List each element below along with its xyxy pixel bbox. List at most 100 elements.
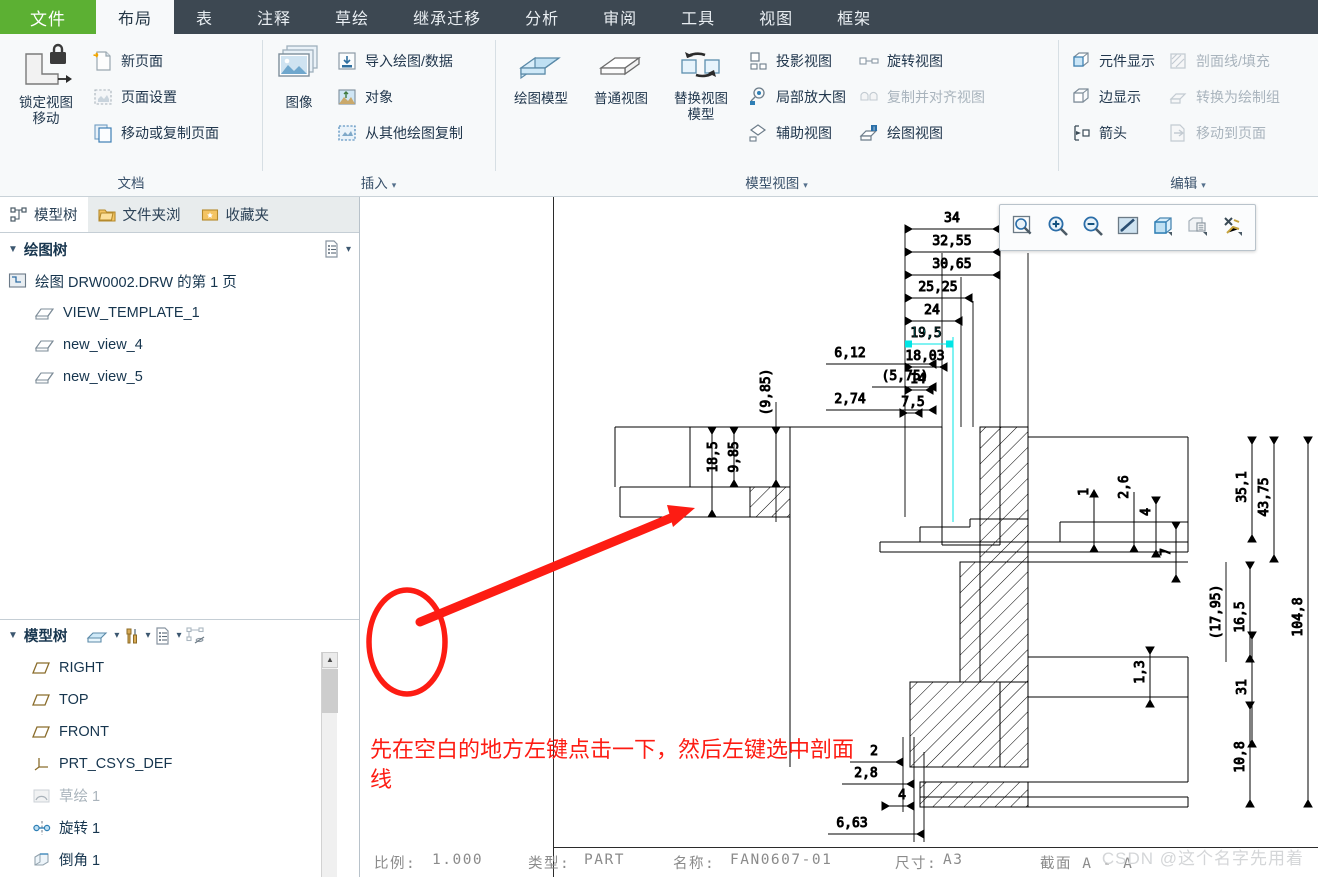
model-tree-item-right[interactable]: RIGHT [32,652,359,684]
edit-column-1: 元件显示 边显示 箭头 [1064,38,1161,150]
detailed-view-button[interactable]: 局部放大图 [741,80,852,114]
move-copy-page-button[interactable]: 移动或复制页面 [86,116,225,150]
zoom-area-icon [1011,214,1035,241]
sketch-icon [32,788,52,804]
caret-down-icon[interactable]: ▾ [176,630,181,641]
datum-plane-icon [32,692,52,708]
tab-tools[interactable]: 工具 [659,0,737,34]
tab-framework[interactable]: 框架 [815,0,893,34]
caret-down-icon[interactable]: ▾ [145,630,150,641]
model-tree-item-sketch-1[interactable]: 草绘 1 [32,780,359,812]
replace-view-model-button[interactable]: 替换视图 模型 [661,38,741,123]
pane-tab-folder-browser[interactable]: 文件夹浏 [88,197,191,232]
tools-icon[interactable] [122,626,142,646]
model-tree-item-revolve-1[interactable]: 旋转 1 [32,812,359,844]
edge-display-icon [1070,86,1092,108]
chevron-down-icon[interactable]: ▾ [803,180,808,190]
revolved-view-label: 旋转视图 [887,53,943,69]
display-style-button[interactable] [1147,212,1178,243]
model-tree-item-label: RIGHT [59,659,105,676]
drawing-view-label: 绘图视图 [887,125,943,141]
auxiliary-view-button[interactable]: 辅助视图 [741,116,852,150]
datum-display-button[interactable] [1217,212,1248,243]
image-button-label: 图像 [285,95,313,110]
group-title-document: 文档 [117,176,145,191]
tab-annotate[interactable]: 注释 [235,0,313,34]
tab-layout[interactable]: 布局 [96,0,175,34]
list-settings-icon[interactable] [153,626,173,646]
tab-file[interactable]: 文件 [0,0,96,34]
group-title-model-views-text: 模型视图 [745,176,800,191]
pane-tab-model-tree[interactable]: 模型树 [0,197,88,232]
drawing-canvas[interactable]: 34 32,55 30,65 25,25 24 19,5 18,03 14 7,… [360,197,1318,877]
model-tree-item-chamfer-1[interactable]: 倒角 1 [32,844,359,876]
group-title-insert-text: 插入 [360,176,388,191]
group-title-model-views: 模型视图 ▾ [501,172,1052,197]
edge-display-button[interactable]: 边显示 [1064,80,1161,114]
copy-align-view-button: 复制并对齐视图 [852,80,991,114]
page-setup-button[interactable]: 页面设置 [86,80,225,114]
left-pane-tabs: 模型树 文件夹浏 收藏夹 [0,197,359,233]
chevron-down-icon[interactable]: ▾ [346,244,351,255]
move-copy-page-icon [92,122,114,144]
tab-sketch[interactable]: 草绘 [313,0,391,34]
general-view-button[interactable]: 普通视图 [581,38,661,107]
type-label: 类型: [528,856,571,872]
tab-review[interactable]: 审阅 [581,0,659,34]
chevron-down-icon[interactable]: ▾ [1201,180,1206,190]
tree-hide-icon[interactable] [185,626,207,646]
model-tree-header[interactable]: ▼ 模型树 ▾ ▾ ▾ [0,620,359,652]
scroll-up-arrow-icon[interactable]: ▲ [322,651,338,668]
zoom-area-button[interactable] [1007,212,1038,243]
tab-analysis[interactable]: 分析 [503,0,581,34]
chevron-down-icon[interactable]: ▾ [392,180,397,190]
move-copy-page-label: 移动或复制页面 [121,125,219,141]
svg-text:i: i [873,126,874,132]
revolved-view-icon [858,50,880,72]
drawing-tree-item-view-template-1[interactable]: VIEW_TEMPLATE_1 [8,297,359,329]
scrollbar-thumb[interactable] [322,668,338,713]
ribbon-group-edit: 元件显示 边显示 箭头 剖面线/填充 转换为绘制组 移动到页面 编辑 ▾ [1058,34,1318,197]
drawing-tree-header[interactable]: ▼ 绘图树 ▾ [0,233,359,265]
group-title-edit: 编辑 ▾ [1064,172,1312,197]
caret-down-icon[interactable]: ▾ [114,630,119,641]
detailed-view-label: 局部放大图 [776,89,846,105]
component-display-icon [1070,50,1092,72]
zoom-in-button[interactable] [1042,212,1073,243]
ribbon-group-model-views: 绘图模型 普通视图 替换视图 模型 投影视图 局部放大图 辅助视图 旋转视图 复… [495,34,1058,197]
zoom-out-button[interactable] [1077,212,1108,243]
repaint-button[interactable] [1112,212,1143,243]
image-button[interactable]: 图像 [268,38,330,111]
saved-views-button[interactable] [1182,212,1213,243]
model-tree-item-top[interactable]: TOP [32,684,359,716]
component-display-button[interactable]: 元件显示 [1064,44,1161,78]
drawing-tree-item-new-view-4[interactable]: new_view_4 [8,329,359,361]
pane-tab-favorites[interactable]: 收藏夹 [191,197,280,232]
tab-inherit-migrate[interactable]: 继承迁移 [391,0,503,34]
new-page-button[interactable]: 新页面 [86,44,225,78]
saved-views-icon [1186,214,1210,241]
revolved-view-button[interactable]: 旋转视图 [852,44,991,78]
object-button[interactable]: 对象 [330,80,469,114]
model-tree-scrollbar[interactable]: ▲ [321,651,338,877]
tab-view[interactable]: 视图 [737,0,815,34]
import-drawing-button[interactable]: 导入绘图/数据 [330,44,469,78]
drawing-tree-root[interactable]: 绘图 DRW0002.DRW 的第 1 页 [8,265,359,297]
model-tree-icon [10,206,28,224]
model-tree-item-prt-csys-def[interactable]: PRT_CSYS_DEF [32,748,359,780]
projection-view-button[interactable]: 投影视图 [741,44,852,78]
model-filter-icon[interactable] [85,626,111,646]
model-tree-item-front[interactable]: FRONT [32,716,359,748]
arrow-button[interactable]: 箭头 [1064,116,1161,150]
drawing-view-button[interactable]: i 绘图视图 [852,116,991,150]
drawing-model-button[interactable]: 绘图模型 [501,38,581,107]
tab-table[interactable]: 表 [174,0,235,34]
list-settings-icon[interactable] [322,239,342,259]
display-style-icon [1151,214,1175,241]
collapse-triangle-icon[interactable]: ▼ [8,244,18,255]
copy-from-drawing-button[interactable]: 从其他绘图复制 [330,116,469,150]
pane-tab-favorites-label: 收藏夹 [225,208,270,224]
drawing-tree-item-new-view-5[interactable]: new_view_5 [8,361,359,393]
lock-view-movement-button[interactable]: 锁定视图 移动 [6,38,86,127]
collapse-triangle-icon[interactable]: ▼ [8,630,18,641]
